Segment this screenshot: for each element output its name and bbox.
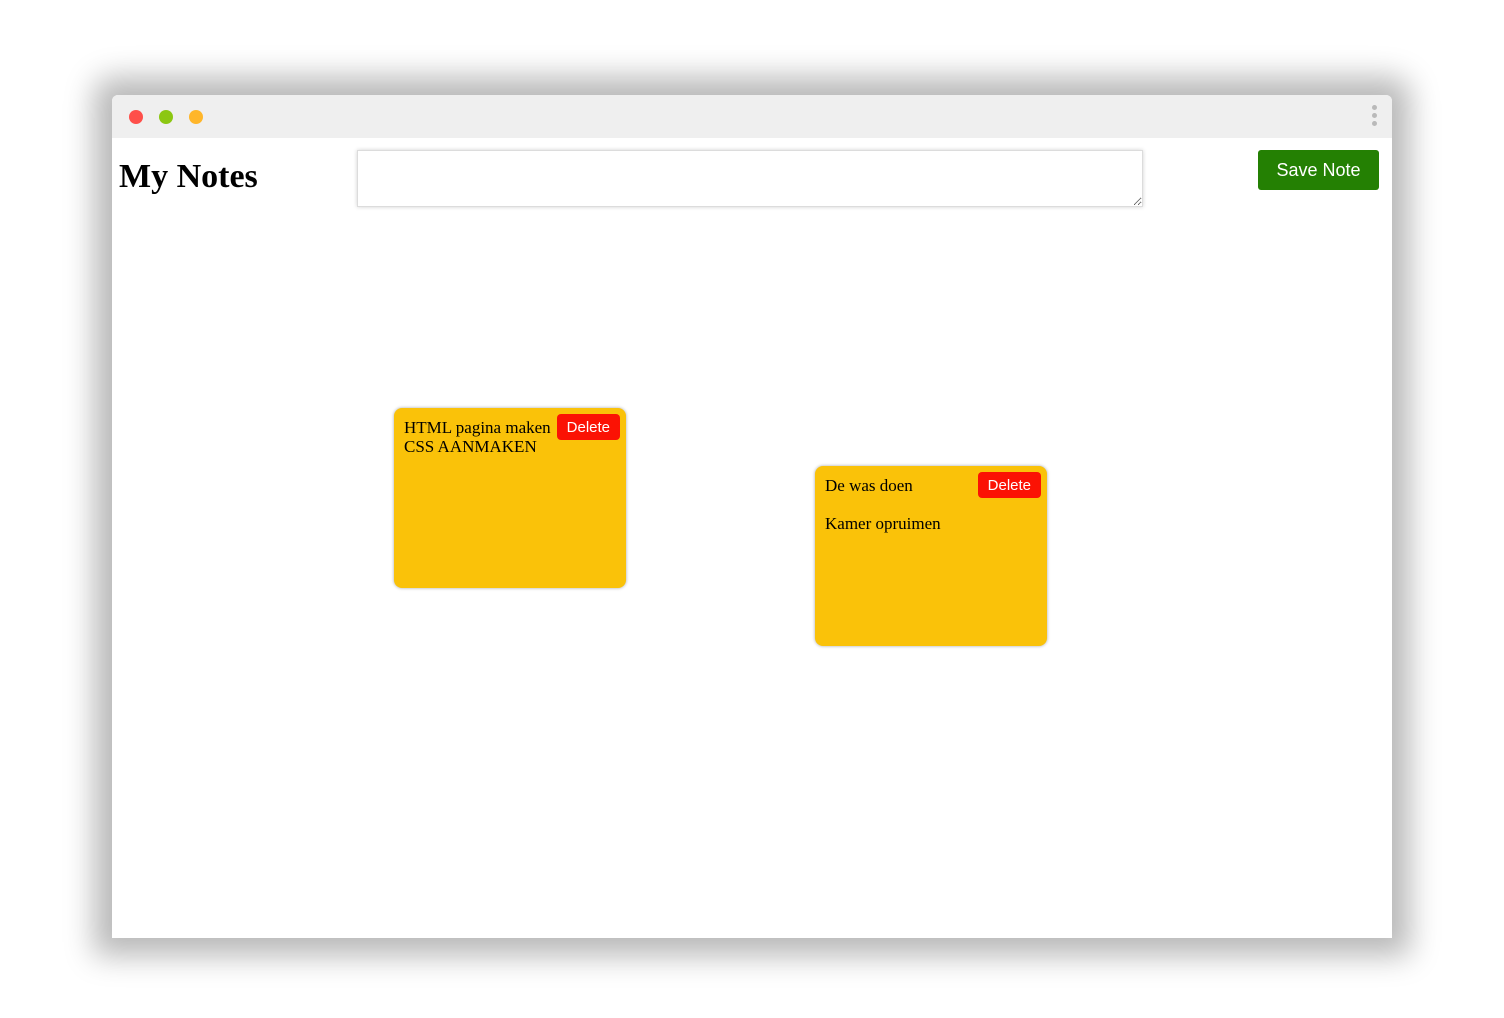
note-input[interactable] xyxy=(357,150,1143,207)
sticky-note[interactable]: HTML pagina maken CSS AANMAKEN Delete xyxy=(394,408,626,588)
page-content: My Notes Save Note HTML pagina maken CSS… xyxy=(112,138,1392,938)
sticky-note[interactable]: De was doen Kamer opruimen Delete xyxy=(815,466,1047,646)
close-window-dot[interactable] xyxy=(129,110,143,124)
save-note-button[interactable]: Save Note xyxy=(1258,150,1379,190)
delete-note-button[interactable]: Delete xyxy=(977,472,1041,498)
more-options-icon[interactable] xyxy=(1368,105,1380,131)
delete-note-button[interactable]: Delete xyxy=(556,414,620,440)
maximize-window-dot[interactable] xyxy=(159,110,173,124)
browser-window: My Notes Save Note HTML pagina maken CSS… xyxy=(112,95,1392,938)
minimize-window-dot[interactable] xyxy=(189,110,203,124)
page-title: My Notes xyxy=(119,158,258,195)
title-bar xyxy=(112,95,1392,138)
